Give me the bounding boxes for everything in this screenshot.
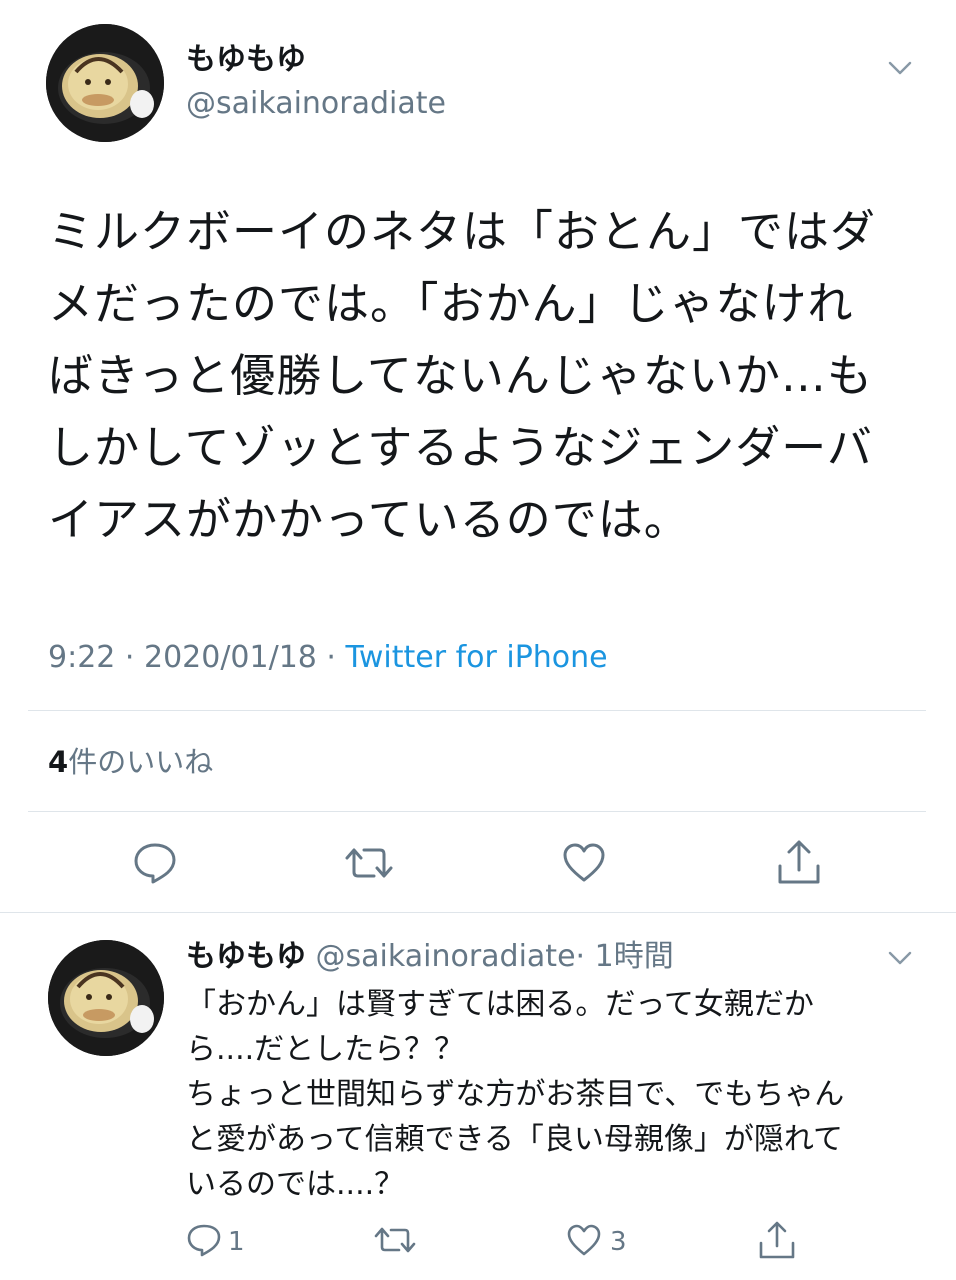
display-name[interactable]: もゆもゆ [186,40,306,80]
timestamp[interactable]: 9:22 · 2020/01/18 · [48,640,346,675]
reply-count: 1 [228,1227,245,1257]
likes-summary[interactable]: 4件のいいね [48,742,213,782]
reply-icon[interactable] [132,840,178,886]
tweet-line: イアスがかかっているのでは。 [48,493,690,546]
divider [28,710,926,711]
retweet-icon[interactable] [344,840,394,886]
chevron-down-icon[interactable] [884,52,916,84]
reply-line: いるのでは....？ [186,1167,405,1202]
handle[interactable]: @saikainoradiate [186,84,446,124]
tweet-line: しかしてゾッとするようなジェンダーバ [48,421,873,474]
reply-line: と愛があって信頼できる「良い母親像」が隠れて [186,1122,843,1157]
like-icon[interactable] [566,1222,602,1258]
likes-label: 件のいいね [68,745,214,779]
reply-avatar[interactable] [48,940,164,1056]
tweet-line: ばきっと優勝してないんじゃないか…も [48,349,873,402]
divider [0,912,956,913]
reply-handle[interactable]: @saikainoradiate [316,939,576,974]
share-icon[interactable] [758,1220,796,1260]
tweet-line: ミルクボーイのネタは「おとん」ではダ [48,205,877,258]
reply-body: 「おかん」は賢すぎては困る。だって女親だか ら....だとしたら？？ ちょっと世… [186,982,926,1207]
tweet-meta: 9:22 · 2020/01/18 · Twitter for iPhone [48,638,608,678]
divider [28,811,926,812]
reply-line: ちょっと世間知らずな方がお茶目で、でもちゃん [186,1077,845,1112]
like-icon[interactable] [561,840,607,886]
reply-icon[interactable] [186,1222,222,1258]
reply-line: ら....だとしたら？？ [186,1032,465,1067]
like-count: 3 [610,1227,627,1257]
reply-time: · 1時間 [575,939,674,974]
avatar[interactable] [46,24,164,142]
reply-line: 「おかん」は賢すぎては困る。だって女親だか [186,987,814,1022]
chevron-down-icon[interactable] [884,942,916,974]
reply-header: もゆもゆ @saikainoradiate· 1時間 [186,936,674,978]
reply-display-name[interactable]: もゆもゆ [186,939,306,974]
share-icon[interactable] [776,838,822,886]
retweet-icon[interactable] [374,1222,416,1258]
tweet-body: ミルクボーイのネタは「おとん」ではダ メだったのでは。「おかん」じゃなけれ ばき… [48,196,928,556]
source-link[interactable]: Twitter for iPhone [346,640,608,675]
tweet-line: メだったのでは。「おかん」じゃなけれ [48,277,854,330]
likes-count: 4 [48,745,69,779]
